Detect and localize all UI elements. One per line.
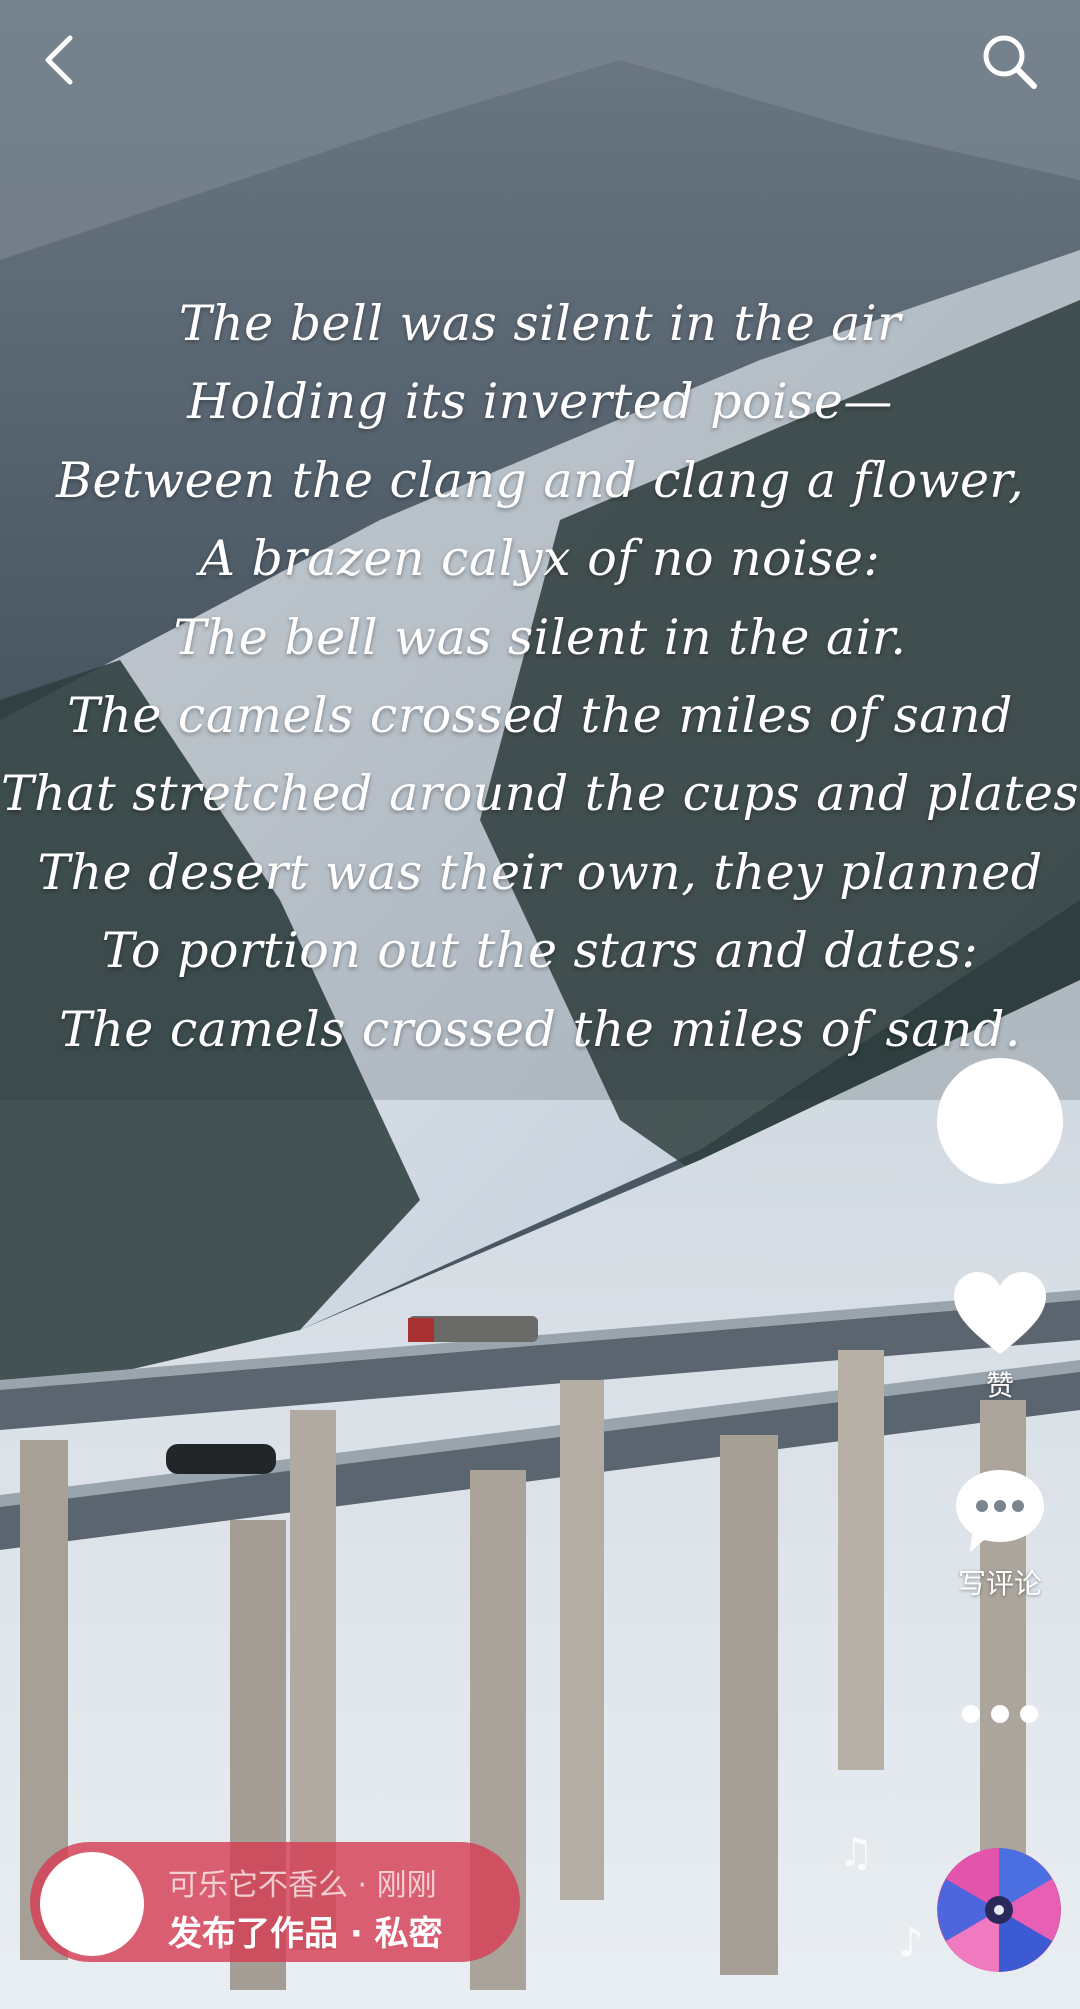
top-bar — [0, 0, 1080, 120]
like-button[interactable]: 赞 — [930, 1270, 1070, 1404]
poem-line: The camels crossed the miles of sand — [67, 686, 1013, 744]
comment-label: 写评论 — [957, 1567, 1042, 1600]
music-disc[interactable] — [937, 1848, 1061, 1972]
poem-line: That stretched around the cups and plate… — [0, 765, 1080, 823]
back-button[interactable] — [30, 25, 90, 95]
poem-line: To portion out the stars and dates: — [101, 922, 979, 980]
heart-icon — [954, 1272, 1046, 1354]
poem-line: Holding its inverted poise— — [187, 373, 893, 431]
poem-line: Between the clang and clang a flower, — [55, 451, 1025, 509]
poem-line: The bell was silent in the air. — [173, 608, 907, 666]
music-disc-icon — [937, 1848, 1061, 1972]
poem-text: The bell was silent in the air Holding i… — [0, 285, 1080, 1069]
comment-button[interactable]: 写评论 — [930, 1468, 1070, 1602]
more-icon-dot — [1020, 1705, 1038, 1723]
more-button[interactable] — [962, 1696, 1038, 1732]
speech-bubble-icon — [956, 1470, 1044, 1552]
notice-status: 发布了作品 · 私密 — [168, 1914, 443, 1954]
poem-line: The desert was their own, they planned — [37, 843, 1043, 901]
search-icon — [983, 35, 1037, 89]
notice-user-time: 可乐它不香么 · 刚刚 — [168, 1868, 437, 1903]
more-icon — [962, 1705, 980, 1723]
poem-line: The bell was silent in the air — [178, 295, 902, 352]
search-button[interactable] — [970, 22, 1048, 100]
music-note-icon: ♪ — [898, 1920, 924, 1966]
author-avatar[interactable] — [937, 1058, 1063, 1184]
avatar — [40, 1852, 144, 1956]
like-label: 赞 — [985, 1369, 1014, 1402]
poem-line: A brazen calyx of no noise: — [199, 530, 881, 588]
music-note-icon: ♫ — [838, 1830, 874, 1876]
more-icon-dot — [991, 1705, 1009, 1723]
publish-notice[interactable]: 可乐它不香么 · 刚刚 发布了作品 · 私密 — [30, 1842, 520, 1962]
chevron-left-icon — [45, 35, 73, 85]
poem-line: The camels crossed the miles of sand. — [59, 1000, 1021, 1058]
